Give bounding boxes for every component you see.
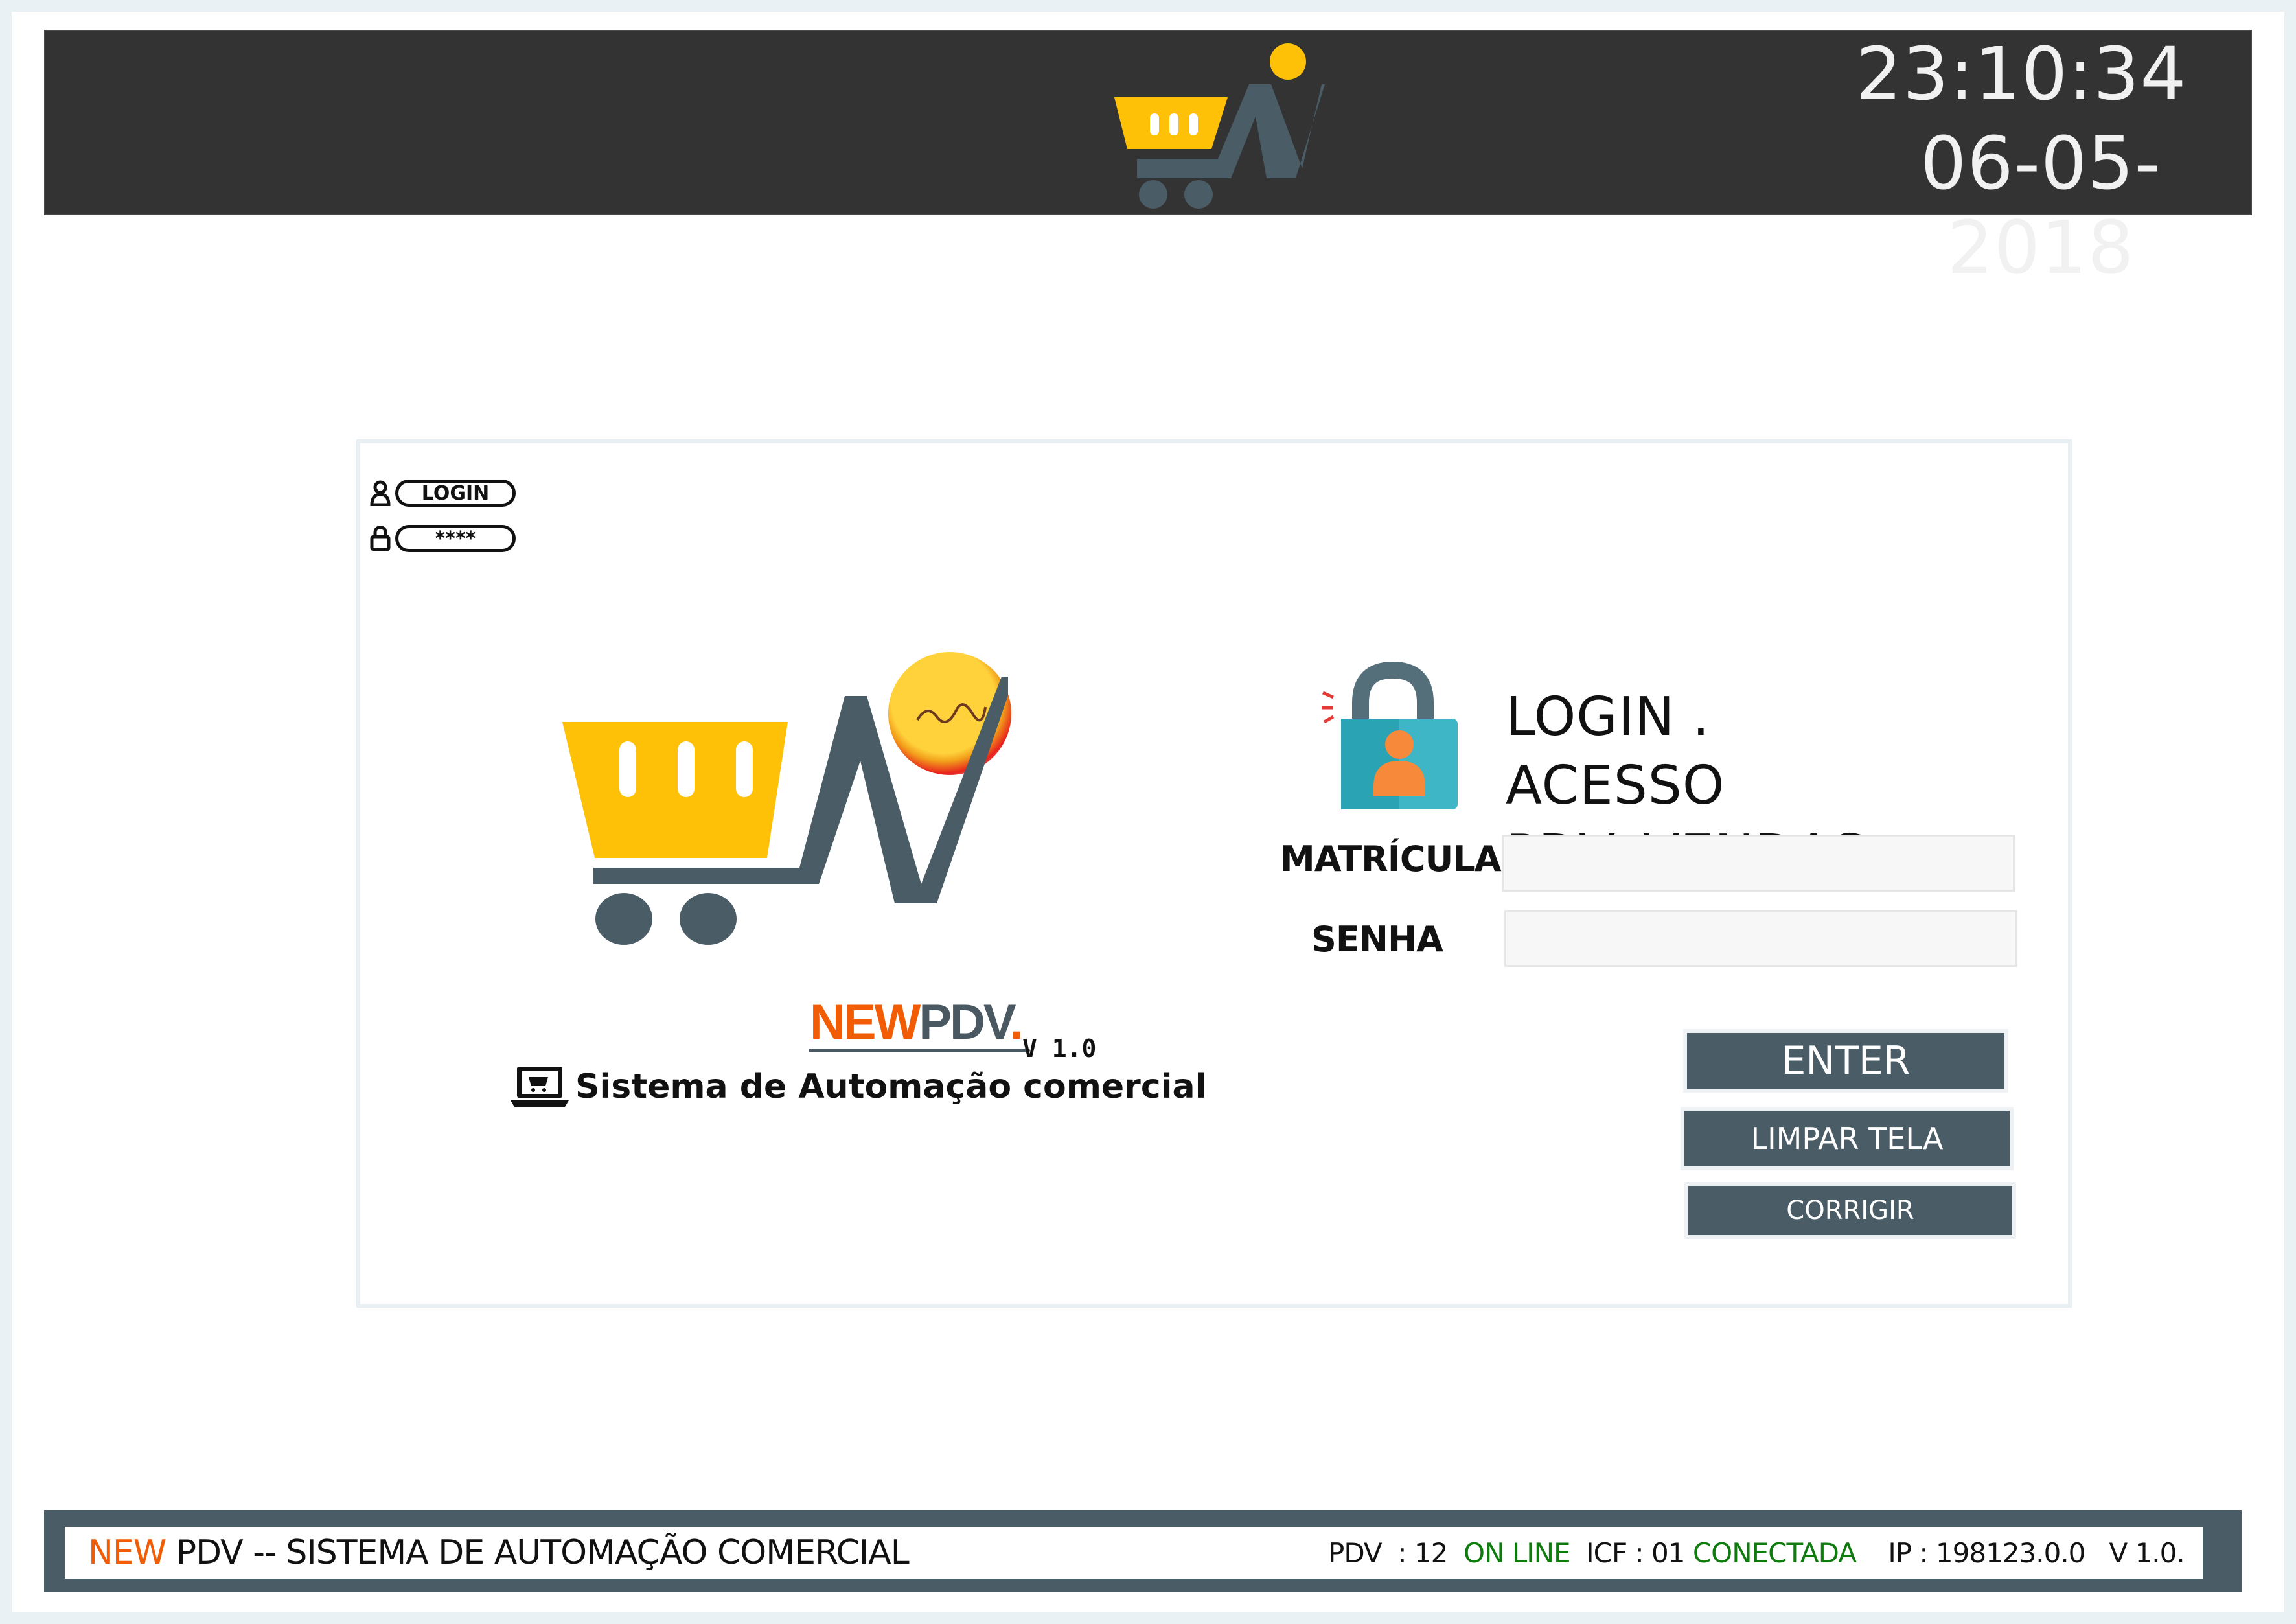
laptop-cart-icon [511,1067,569,1107]
tagline-text: Sistema de Automação comercial [575,1067,1207,1106]
senha-label: SENHA [1311,919,1443,960]
status-bar: NEW PDV -- SISTEMA DE AUTOMAÇÃO COMERCIA… [65,1527,2203,1579]
online-status: ON LINE [1464,1537,1571,1569]
pdv-number: PDV : 12 [1328,1537,1464,1569]
clock-time: 23:10:34 [1855,32,2187,117]
newpdv-cart-logo-icon [562,677,1008,945]
cart-n-logo-icon [1114,43,1325,209]
enter-button[interactable]: ENTER [1683,1029,2008,1093]
newpdv-wordmark: NEWPDV. [810,995,1024,1050]
ip-version: IP : 198123.0.0 V 1.0. [1855,1537,2185,1569]
clock-date: 06-05-2018 [1920,122,2161,290]
user-padlock-icon [1322,661,1458,809]
status-footer: NEW PDV -- SISTEMA DE AUTOMAÇÃO COMERCIA… [44,1510,2242,1592]
wordmark-underline [809,1049,1030,1052]
tagline: Sistema de Automação comercial [511,1064,1206,1109]
footer-app-title: NEW PDV -- SISTEMA DE AUTOMAÇÃO COMERCIA… [88,1533,910,1572]
senha-input[interactable] [1504,910,2017,967]
login-hint: LOGIN [369,480,516,507]
user-icon [370,480,391,506]
login-panel: LOGIN **** NEWPDV. V 1.0 Sistema de Auto… [356,439,2072,1308]
matricula-label: MATRÍCULA [1280,839,1502,879]
version-label: V 1.0 [1022,1034,1097,1063]
footer-new-label: NEW [88,1533,166,1572]
footer-title-text: PDV -- SISTEMA DE AUTOMAÇÃO COMERCIAL [166,1533,910,1572]
password-hint: **** [369,525,516,552]
corrigir-button[interactable]: CORRIGIR [1684,1182,2016,1239]
padlock-small-icon [370,526,391,551]
connection-status: CONECTADA [1692,1537,1857,1569]
login-title-line1: LOGIN . [1506,686,1710,748]
login-hint-pill: LOGIN [395,480,516,507]
footer-status-info: PDV : 12 ON LINE ICF : 01 CONECTADA IP :… [1328,1537,2185,1569]
icf-number: ICF : 01 [1570,1537,1693,1569]
password-hint-pill: **** [395,525,516,552]
limpar-tela-button[interactable]: LIMPAR TELA [1681,1107,2014,1170]
matricula-input[interactable] [1502,835,2015,892]
